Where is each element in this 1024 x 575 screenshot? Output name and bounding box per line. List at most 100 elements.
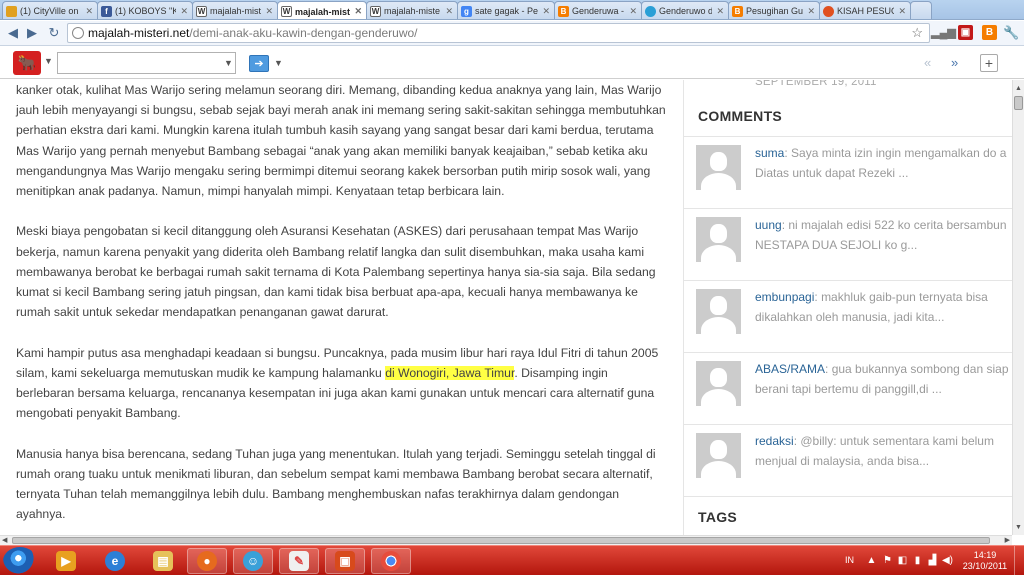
tab-genderuwa[interactable]: B Genderuwa - Pe ✕ (554, 1, 642, 19)
reload-icon[interactable]: ↻ (46, 24, 62, 42)
tray-app-icon[interactable]: ◧ (897, 555, 908, 566)
firefox-button[interactable]: ● (187, 548, 227, 574)
chevron-down-icon[interactable]: ▼ (44, 56, 53, 66)
comment-author[interactable]: redaksi (755, 434, 794, 448)
close-icon[interactable]: ✕ (542, 6, 550, 17)
tab-pesugihan[interactable]: B Pesugihan Gu ✕ (728, 1, 820, 19)
back-arrow-icon[interactable]: ◀ (5, 24, 21, 42)
scroll-right-arrow-icon[interactable]: ▶ (1005, 536, 1010, 544)
horizontal-scrollbar[interactable]: ◀ ▶ (0, 535, 1012, 545)
url-host: majalah-misteri.net (88, 26, 190, 40)
url-field[interactable]: majalah-misteri.net/demi-anak-aku-kawin-… (67, 23, 930, 43)
comment-excerpt[interactable]: makhluk gaib-pun ternyata bisa (821, 290, 988, 304)
google-icon: g (461, 5, 472, 17)
close-icon[interactable]: ✕ (807, 6, 815, 17)
comment-item[interactable]: embunpagi: makhluk gaib-pun ternyata bis… (684, 280, 1012, 352)
comment-excerpt[interactable]: menjual di malaysia, anda bisa... (755, 454, 929, 468)
scroll-thumb[interactable] (12, 537, 990, 544)
messenger-button[interactable]: ☺ (233, 548, 273, 574)
scroll-up-arrow-icon[interactable]: ▲ (1013, 82, 1024, 94)
clock-date: 23/10/2011 (962, 561, 1008, 571)
comment-author[interactable]: ABAS/RAMA (755, 362, 825, 376)
close-icon[interactable]: ✕ (354, 6, 362, 17)
comment-excerpt[interactable]: gua bukannya sombong dan siap sok (832, 362, 1012, 376)
new-tab-button[interactable] (910, 1, 932, 19)
forward-arrow-icon[interactable]: ▶ (24, 24, 40, 42)
toolbar-search-input[interactable] (57, 52, 236, 74)
file-explorer-button[interactable]: ▤ (143, 548, 183, 574)
close-icon[interactable]: ✕ (180, 6, 188, 17)
tab-cityville[interactable]: (1) CityVille on ✕ (2, 1, 98, 19)
toolbar-logo-icon[interactable]: 🐂 (13, 51, 41, 75)
language-indicator[interactable]: IN (845, 555, 854, 565)
scroll-left-arrow-icon[interactable]: ◀ (2, 536, 7, 544)
tab-genderuwo[interactable]: Genderuwo di ✕ (641, 1, 729, 19)
wordpress-icon: W (196, 5, 207, 17)
comment-excerpt[interactable]: Diatas untuk dapat Rezeki ... (755, 166, 908, 180)
start-button[interactable] (3, 547, 37, 575)
scroll-down-arrow-icon[interactable]: ▼ (1013, 521, 1024, 533)
avatar (696, 433, 741, 478)
tab-koboys[interactable]: f (1) KOBOYS "Ko ✕ (97, 1, 193, 19)
close-icon[interactable]: ✕ (629, 6, 637, 17)
comment-excerpt[interactable]: NESTAPA DUA SEJOLI ko g... (755, 238, 917, 252)
flag-icon[interactable]: ⚑ (882, 555, 893, 566)
comment-excerpt[interactable]: @billy: untuk sementara kami belum (800, 434, 994, 448)
scroll-thumb[interactable] (1014, 96, 1023, 110)
wrench-icon[interactable]: 🔧 (1003, 25, 1019, 40)
close-icon[interactable]: ✕ (445, 6, 453, 17)
clock-time: 14:19 (973, 550, 997, 560)
post-date: SEPTEMBER 19, 2011 (755, 80, 877, 88)
chrome-icon (381, 551, 401, 571)
chrome-button[interactable] (371, 548, 411, 574)
comment-item[interactable]: ABAS/RAMA: gua bukannya sombong dan siap… (684, 352, 1012, 424)
presentation-button[interactable]: ▣ (325, 548, 365, 574)
internet-explorer-button[interactable]: e (95, 548, 135, 574)
tab-kisah-pesug[interactable]: KISAH PESUG ✕ (819, 1, 911, 19)
next-button[interactable]: » (951, 55, 958, 70)
chevron-down-icon[interactable]: ▼ (224, 58, 233, 68)
article-paragraph: Kami hampir putus asa menghadapi keadaan… (16, 343, 666, 424)
paint-button[interactable]: ✎ (279, 548, 319, 574)
article-body: kanker otak, kulihat Mas Warijo sering m… (16, 80, 666, 535)
close-icon[interactable]: ✕ (265, 6, 273, 17)
comment-excerpt[interactable]: dikalahkan oleh manusia, jadi kita... (755, 310, 944, 324)
show-desktop-button[interactable] (1014, 546, 1024, 575)
tab-sate-gagak[interactable]: g sate gagak - Pen ✕ (457, 1, 555, 19)
comment-item[interactable]: suma: Saya minta izin ingin mengamalkan … (684, 136, 1012, 208)
comment-author[interactable]: embunpagi (755, 290, 814, 304)
extension-red-icon[interactable]: ▣ (958, 25, 973, 40)
volume-icon[interactable]: ◀) (942, 555, 953, 566)
internet-explorer-icon: e (105, 551, 125, 571)
tab-majalah-1[interactable]: W majalah-misteri ✕ (192, 1, 278, 19)
battery-icon[interactable]: ▮ (912, 555, 923, 566)
tab-title: sate gagak - Pen (475, 6, 539, 16)
comment-item[interactable]: redaksi: @billy: untuk sementara kami be… (684, 424, 1012, 496)
clock[interactable]: 14:19 23/10/2011 (960, 550, 1010, 572)
comment-excerpt[interactable]: Saya minta izin ingin mengamalkan do a (791, 146, 1006, 160)
add-button[interactable]: + (980, 54, 998, 72)
previous-button[interactable]: « (924, 55, 931, 70)
chevron-up-icon[interactable]: ▲ (866, 555, 877, 566)
comment-author[interactable]: suma (755, 146, 784, 160)
comment-excerpt[interactable]: berani tapi bertemu di panggill,di ... (755, 382, 942, 396)
bookmark-star-icon[interactable]: ☆ (911, 25, 923, 41)
close-icon[interactable]: ✕ (898, 6, 906, 17)
comment-excerpt[interactable]: ni majalah edisi 522 ko cerita bersambun (788, 218, 1006, 232)
close-icon[interactable]: ✕ (85, 6, 93, 17)
vertical-scrollbar[interactable]: ▲ ▼ (1012, 80, 1024, 535)
media-player-button[interactable]: ▶ (46, 548, 86, 574)
tab-majalah-active[interactable]: W majalah-miste ✕ (277, 1, 367, 19)
blogger-extension-icon[interactable]: B (982, 25, 997, 40)
search-go-button[interactable]: ➔ (249, 55, 269, 72)
tab-majalah-3[interactable]: W majalah-miste ✕ (366, 1, 458, 19)
tags-section: TAGS (684, 496, 1012, 535)
comment-author[interactable]: uung (755, 218, 782, 232)
network-icon[interactable]: ▟ (927, 555, 938, 566)
tab-strip: (1) CityVille on ✕ f (1) KOBOYS "Ko ✕ W … (0, 0, 1024, 20)
highlighted-text: di Wonogiri, Jawa Timur (385, 365, 515, 380)
comment-item[interactable]: uung: ni majalah edisi 522 ko cerita ber… (684, 208, 1012, 280)
chevron-down-icon[interactable]: ▼ (274, 58, 283, 68)
close-icon[interactable]: ✕ (716, 6, 724, 17)
signal-bars-icon[interactable]: ▂▄▆ (931, 25, 956, 40)
